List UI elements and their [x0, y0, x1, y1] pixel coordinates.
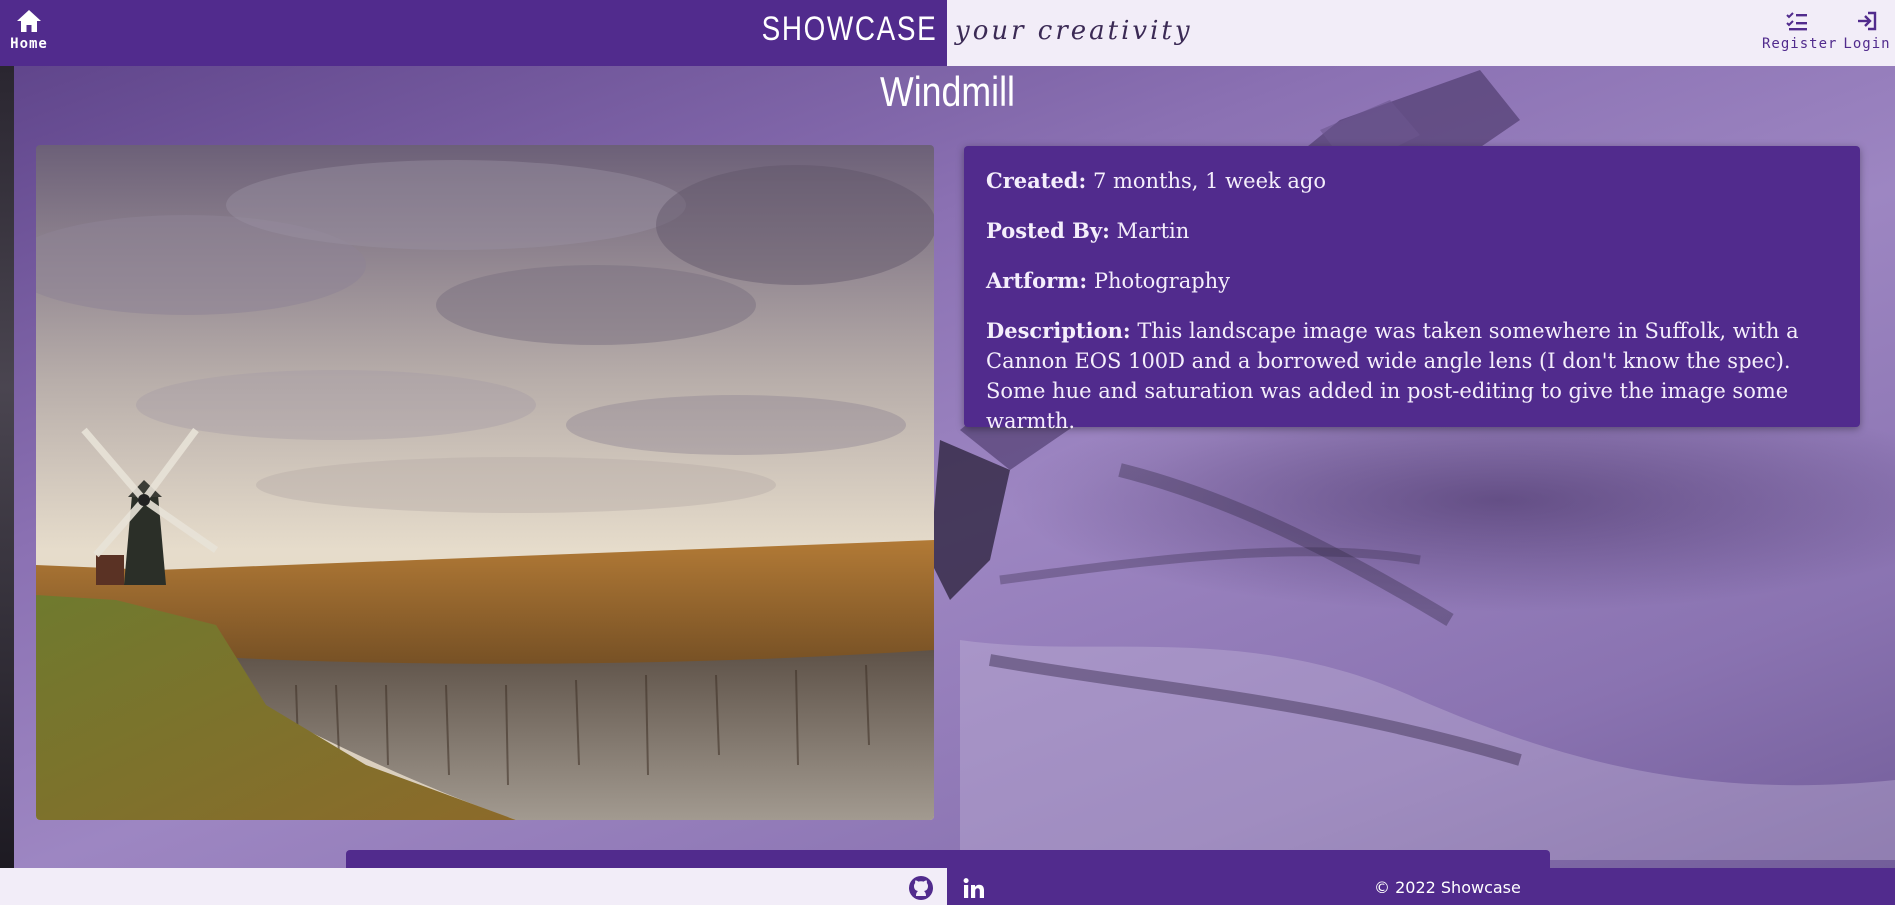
login-link[interactable]: Login	[1842, 10, 1892, 52]
home-label: Home	[10, 36, 48, 52]
artform-key: Artform:	[986, 268, 1088, 293]
home-icon	[8, 8, 50, 36]
description-key: Description:	[986, 318, 1131, 343]
footer-left-panel	[0, 868, 947, 905]
artform-value: Photography	[1093, 269, 1231, 293]
login-label: Login	[1843, 36, 1891, 52]
footer-copyright: © 2022 Showcase	[1374, 878, 1521, 897]
register-link[interactable]: Register	[1762, 10, 1836, 52]
brand-logo[interactable]: SHOWCASE	[761, 10, 937, 54]
comments-panel-edge	[346, 850, 1550, 870]
post-details-card: Created: 7 months, 1 week ago Posted By:…	[964, 146, 1860, 433]
register-label: Register	[1762, 36, 1838, 52]
description-row: Description: This landscape image was ta…	[986, 316, 1838, 436]
posted-by-row: Posted By: Martin	[986, 216, 1838, 246]
post-image	[36, 145, 934, 820]
header-nav-panel: your creativity	[947, 0, 1895, 66]
brand-tagline: your creativity	[955, 16, 1193, 46]
artform-row: Artform: Photography	[986, 266, 1838, 296]
created-key: Created:	[986, 168, 1087, 193]
top-navbar: Home SHOWCASE your creativity Register L…	[0, 0, 1895, 66]
created-value: 7 months, 1 week ago	[1092, 169, 1327, 193]
created-row: Created: 7 months, 1 week ago	[986, 166, 1838, 196]
posted-by-key: Posted By:	[986, 218, 1110, 243]
header-brand-panel: Home SHOWCASE	[0, 0, 947, 66]
linkedin-icon[interactable]	[962, 876, 986, 900]
github-icon[interactable]	[908, 875, 934, 901]
posted-by-value: Martin	[1116, 219, 1190, 243]
checklist-icon	[1762, 10, 1832, 36]
footer: © 2022 Showcase	[0, 868, 1895, 905]
login-icon	[1842, 10, 1892, 36]
post-title: Windmill	[880, 68, 1015, 115]
home-link[interactable]: Home	[8, 8, 50, 58]
